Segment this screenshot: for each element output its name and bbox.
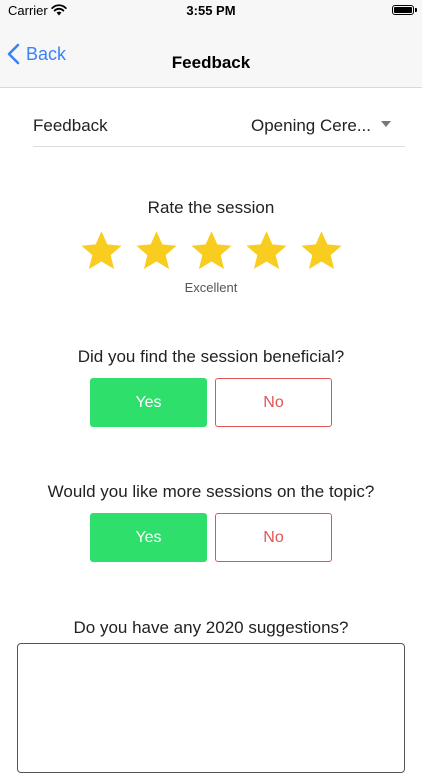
rating-heading: Rate the session <box>147 198 275 217</box>
beneficial-no-button[interactable]: No <box>215 378 332 427</box>
session-dropdown[interactable]: Opening Cere... <box>251 116 391 136</box>
star-icon-3[interactable] <box>189 229 234 274</box>
feedback-session-row: Feedback Opening Cere... <box>33 108 405 147</box>
page-title: Feedback <box>171 53 251 72</box>
session-dropdown-value: Opening Cere... <box>250 116 371 135</box>
battery-icon <box>392 5 417 15</box>
suggestions-heading: Do you have any 2020 suggestions? <box>73 618 349 637</box>
status-bar: Carrier 3:55 PM <box>0 0 422 22</box>
star-icon-2[interactable] <box>134 229 179 274</box>
more-sessions-no-button[interactable]: No <box>215 513 332 562</box>
question-more-sessions: Would you like more sessions on the topi… <box>47 482 375 501</box>
rating-label: Excellent <box>184 280 238 295</box>
star-icon-5[interactable] <box>299 229 344 274</box>
suggestions-input[interactable] <box>17 643 405 773</box>
more-sessions-yes-button[interactable]: Yes <box>90 513 207 562</box>
star-icon-4[interactable] <box>244 229 289 274</box>
feedback-label: Feedback <box>33 116 108 135</box>
question-beneficial: Did you find the session beneficial? <box>77 347 345 366</box>
star-icon-1[interactable] <box>79 229 124 274</box>
navigation-bar: Back Feedback <box>0 22 422 88</box>
clock: 3:55 PM <box>186 3 236 18</box>
caret-down-icon <box>381 121 391 127</box>
beneficial-yes-button[interactable]: Yes <box>90 378 207 427</box>
star-rating <box>0 229 422 274</box>
